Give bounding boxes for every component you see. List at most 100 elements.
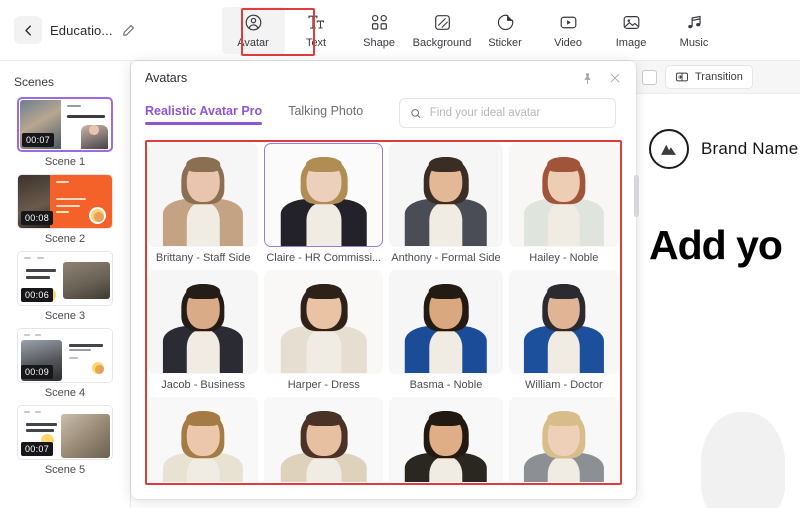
tool-shape[interactable]: Shape (348, 7, 411, 54)
scene-label: Scene 4 (44, 387, 86, 399)
scene-item[interactable]: 00:09 Scene 4 (0, 328, 130, 399)
avatar-card[interactable]: Basma - Noble (389, 270, 503, 391)
scene-item[interactable]: 00:06 Scene 3 (0, 251, 130, 322)
tab-realistic-avatar-pro[interactable]: Realistic Avatar Pro (145, 104, 263, 125)
select-all-checkbox[interactable] (642, 69, 657, 85)
avatars-panel-header: Avatars (131, 61, 636, 95)
avatar-card[interactable]: Claire - HR Commissi... (264, 143, 384, 264)
scene-duration: 00:07 (21, 442, 54, 456)
avatar-thumbnail[interactable] (264, 270, 384, 374)
avatar-portrait (390, 398, 501, 482)
tool-sticker[interactable]: Sticker (474, 7, 537, 54)
scene-thumbnail[interactable]: 00:06 (17, 251, 113, 306)
avatar-card[interactable]: Hailey - Noble (508, 143, 619, 264)
pin-icon (584, 72, 591, 84)
transition-label: Transition (695, 71, 743, 83)
avatar-search-input[interactable] (429, 107, 605, 119)
avatar-label: Anthony - Formal Side (391, 252, 501, 264)
avatar-card[interactable] (508, 397, 619, 482)
avatar-thumbnail[interactable] (508, 143, 619, 247)
avatar-thumbnail[interactable] (389, 143, 503, 247)
avatar-thumbnail[interactable] (389, 270, 503, 374)
avatar-thumbnail[interactable] (508, 397, 619, 482)
tool-music[interactable]: Music (663, 7, 726, 54)
avatar-portrait (149, 398, 257, 482)
tool-text[interactable]: Text (285, 7, 348, 54)
tool-label: Music (679, 37, 709, 49)
search-icon (411, 108, 421, 118)
tool-list: Avatar Text Shape Background Sticker Vid… (221, 6, 726, 54)
avatar-label: Claire - HR Commissi... (266, 252, 382, 264)
avatar-search-box[interactable] (399, 98, 616, 128)
close-icon (610, 73, 620, 83)
close-button[interactable] (608, 71, 622, 85)
avatar-thumbnail[interactable] (264, 397, 384, 482)
scene-label: Scene 1 (44, 156, 86, 168)
scene-thumbnail[interactable]: 00:09 (17, 328, 113, 383)
scene-duration: 00:09 (21, 365, 54, 379)
avatar-card[interactable]: William - Doctor (508, 270, 619, 391)
music-note-icon (685, 11, 704, 33)
tool-avatar[interactable]: Avatar (221, 6, 285, 54)
transition-button[interactable]: Transition (665, 65, 753, 89)
avatar-card[interactable]: Anthony - Formal Side (389, 143, 503, 264)
scene-item[interactable]: 00:07 Scene 5 (0, 405, 130, 476)
scenes-title: Scenes (14, 75, 55, 89)
avatar-thumbnail[interactable] (508, 270, 619, 374)
scene-thumbnail[interactable]: 00:08 (17, 174, 113, 229)
avatars-panel-actions (581, 71, 622, 85)
avatar-portrait (510, 271, 618, 373)
avatar-thumbnail[interactable] (264, 143, 384, 247)
avatar-portrait (265, 271, 382, 373)
scene-duration: 00:08 (21, 211, 54, 225)
avatar-portrait (265, 398, 382, 482)
tool-video[interactable]: Video (537, 7, 600, 54)
avatar-portrait (265, 144, 382, 246)
scene-item[interactable]: 00:08 Scene 2 (0, 174, 130, 245)
tool-image[interactable]: Image (600, 7, 663, 54)
canvas-avatar-placeholder (701, 412, 785, 508)
avatar-thumbnail[interactable] (148, 270, 259, 374)
avatar-portrait (149, 271, 257, 373)
avatar-label: William - Doctor (525, 379, 603, 391)
project-title: Educatio... (50, 22, 113, 38)
canvas-scrollbar[interactable] (634, 175, 639, 217)
user-circle-icon (244, 11, 263, 33)
scene-duration: 00:06 (21, 288, 54, 302)
avatar-thumbnail[interactable] (148, 143, 259, 247)
edit-title-button[interactable] (121, 23, 136, 38)
canvas-brand-name: Brand Name (701, 139, 799, 158)
avatar-card[interactable]: Harper - Dress (264, 270, 384, 391)
avatar-card[interactable]: Jacob - Business (148, 270, 259, 391)
image-icon (622, 11, 641, 33)
scene-thumbnail[interactable]: 00:07 (17, 97, 113, 152)
pencil-icon (122, 24, 134, 36)
tool-background[interactable]: Background (411, 7, 474, 54)
pin-button[interactable] (581, 72, 594, 85)
avatar-thumbnail[interactable] (389, 397, 503, 482)
text-icon (307, 11, 326, 33)
scene-item[interactable]: 00:07 Scene 1 (0, 97, 130, 168)
avatar-label: Harper - Dress (287, 379, 360, 391)
avatar-portrait (510, 398, 618, 482)
transition-icon (676, 72, 688, 82)
back-button[interactable] (14, 16, 42, 44)
avatar-portrait (390, 271, 501, 373)
avatar-card[interactable]: Brittany - Staff Side (148, 143, 259, 264)
canvas-toolbar: Transition (636, 61, 800, 94)
tab-talking-photo[interactable]: Talking Photo (288, 104, 363, 125)
tool-label: Video (554, 37, 582, 49)
avatar-card[interactable] (148, 397, 259, 482)
scene-canvas[interactable]: Brand Name Add yo (641, 94, 800, 508)
avatar-card[interactable] (389, 397, 503, 482)
scene-label: Scene 5 (44, 464, 86, 476)
avatar-portrait (510, 144, 618, 246)
avatar-label: Brittany - Staff Side (155, 252, 251, 264)
app-root: Educatio... Avatar Text Shape Background… (0, 0, 800, 508)
scenes-sidebar: Scenes 00:07 Scene 1 00:08 Scene 2 00:06… (0, 61, 131, 508)
avatar-card[interactable] (264, 397, 384, 482)
avatars-panel: Avatars Realistic Avatar Pro Talking Pho… (131, 61, 636, 499)
avatar-thumbnail[interactable] (148, 397, 259, 482)
avatar-portrait (390, 144, 501, 246)
scene-thumbnail[interactable]: 00:07 (17, 405, 113, 460)
